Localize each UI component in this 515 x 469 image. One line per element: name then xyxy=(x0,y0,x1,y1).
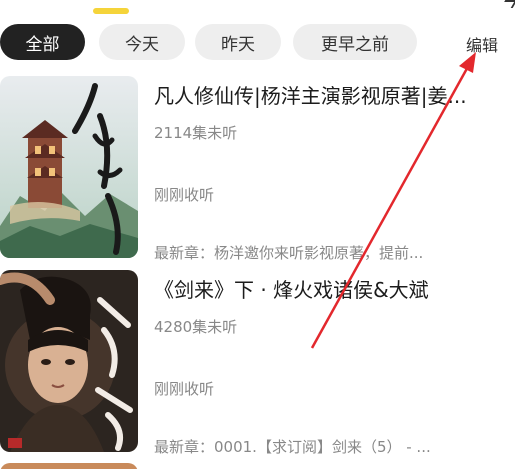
list-item[interactable]: 《剑来》下 · 烽火戏诸侯&大斌 4280集未听 刚刚收听 最新章：0001.【… xyxy=(0,270,515,460)
latest-chapter: 最新章：杨洋邀你来听影视原著，提前... xyxy=(154,244,424,262)
book-cover[interactable] xyxy=(0,270,138,452)
filter-yesterday[interactable]: 昨天 xyxy=(195,24,281,60)
item-info: 凡人修仙传|杨洋主演影视原著|姜... 2114集未听 刚刚收听 最新章：杨洋邀… xyxy=(154,76,504,262)
filter-bar: 全部 今天 昨天 更早之前 编辑 xyxy=(0,24,515,66)
book-cover[interactable] xyxy=(0,76,138,258)
screen: 全部 今天 昨天 更早之前 编辑 凡人修仙传|杨洋主演影视原著|姜... 211… xyxy=(0,0,515,469)
tab-indicator xyxy=(93,8,129,14)
cover-art-fanren xyxy=(0,76,138,258)
listen-status: 刚刚收听 xyxy=(154,380,215,398)
filter-today[interactable]: 今天 xyxy=(99,24,185,60)
next-list-item-cover[interactable] xyxy=(0,463,138,469)
filter-all[interactable]: 全部 xyxy=(0,24,85,60)
latest-chapter: 最新章：0001.【求订阅】剑来（5） - ... xyxy=(154,438,431,456)
list-item[interactable]: 凡人修仙传|杨洋主演影视原著|姜... 2114集未听 刚刚收听 最新章：杨洋邀… xyxy=(0,76,515,266)
listen-status: 刚刚收听 xyxy=(154,186,215,204)
unheard-count: 4280集未听 xyxy=(154,318,238,336)
item-title[interactable]: 凡人修仙传|杨洋主演影视原著|姜... xyxy=(154,80,499,109)
item-info: 《剑来》下 · 烽火戏诸侯&大斌 4280集未听 刚刚收听 最新章：0001.【… xyxy=(154,270,504,456)
edit-button[interactable]: 编辑 xyxy=(466,32,498,56)
cover-art-jianlai xyxy=(0,270,138,452)
filter-earlier[interactable]: 更早之前 xyxy=(293,24,417,60)
unheard-count: 2114集未听 xyxy=(154,124,238,142)
corner-icon xyxy=(500,0,515,8)
item-title[interactable]: 《剑来》下 · 烽火戏诸侯&大斌 xyxy=(154,274,499,303)
